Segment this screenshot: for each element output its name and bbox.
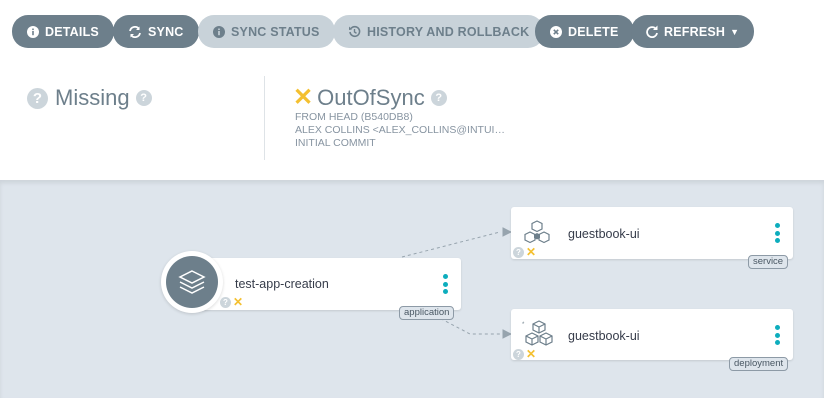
out-of-sync-icon: ✕	[526, 347, 537, 361]
edge-arrow-service	[502, 227, 513, 237]
health-unknown-icon: ?	[220, 297, 231, 308]
out-of-sync-icon: ✕	[233, 295, 244, 309]
app-node-kind-badge: application	[399, 306, 455, 320]
svg-text:*: *	[522, 322, 525, 328]
service-kind-badge: service	[748, 255, 789, 269]
deployment-node-name: guestbook-ui	[568, 329, 640, 343]
service-node[interactable]: guestbook-ui	[511, 207, 793, 259]
health-unknown-icon: ?	[513, 247, 524, 258]
health-unknown-icon: ?	[513, 349, 524, 360]
deployment-kind-badge: deployment	[729, 357, 789, 371]
edge-to-service	[401, 231, 501, 258]
edge-arrow-deployment	[502, 329, 513, 339]
app-node-menu-icon[interactable]	[443, 274, 448, 294]
service-node-name: guestbook-ui	[568, 227, 640, 241]
deployment-node-menu-icon[interactable]	[775, 325, 780, 345]
app-node-name: test-app-creation	[235, 277, 329, 291]
deployment-node[interactable]: * guestbook-ui	[511, 309, 793, 360]
out-of-sync-icon: ✕	[526, 245, 537, 259]
service-node-menu-icon[interactable]	[775, 223, 780, 243]
app-node-icon	[161, 251, 223, 313]
layers-icon	[166, 256, 218, 308]
